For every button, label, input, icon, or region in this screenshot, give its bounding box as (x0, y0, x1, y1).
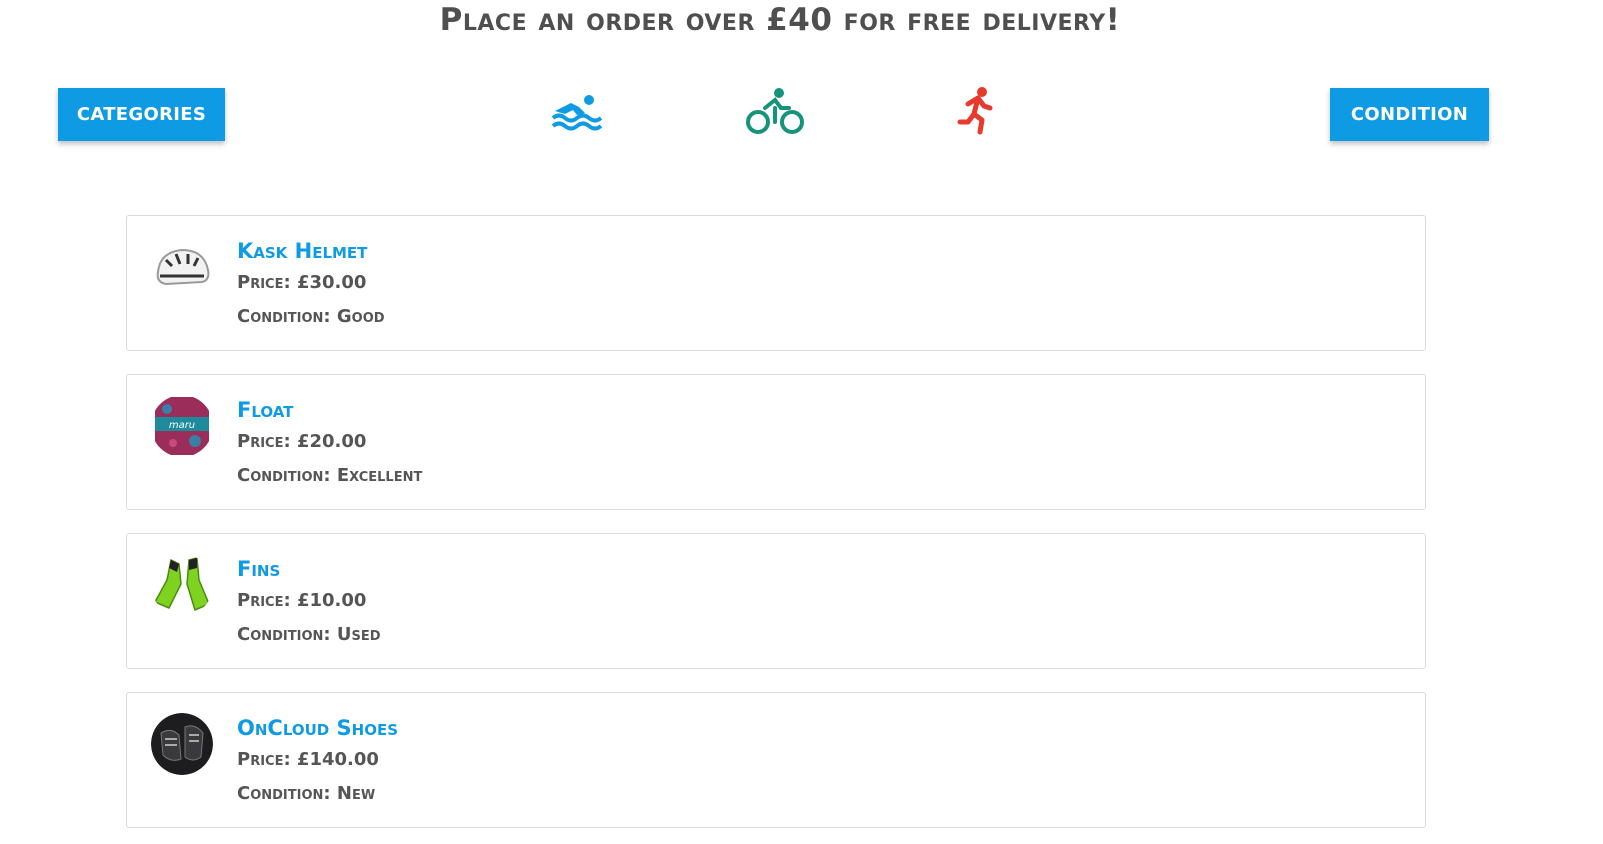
condition-value: Excellent (336, 465, 423, 486)
page: Place an order over £40 for free deliver… (0, 0, 1603, 844)
product-condition: Condition: Good (237, 300, 385, 334)
condition-label: Condition: (237, 306, 337, 327)
float-image: maru (151, 395, 213, 457)
swimming-icon[interactable] (545, 84, 609, 138)
product-price: Price: £140.00 (237, 743, 398, 777)
product-name[interactable]: Fins (237, 554, 381, 584)
product-name[interactable]: OnCloud Shoes (237, 713, 398, 743)
price-label: Price: (237, 590, 297, 611)
product-list: Kask Helmet Price: £30.00 Condition: Goo… (126, 215, 1426, 844)
product-price: Price: £30.00 (237, 266, 385, 300)
product-name[interactable]: Float (237, 395, 422, 425)
condition-value: Good (336, 306, 385, 327)
product-condition: Condition: Used (237, 618, 381, 652)
price-label: Price: (237, 272, 297, 293)
condition-label: Condition: (237, 624, 337, 645)
product-card[interactable]: maru Float Price: £20.00 Condition: Exce… (126, 374, 1426, 510)
product-card[interactable]: Kask Helmet Price: £30.00 Condition: Goo… (126, 215, 1426, 351)
condition-value: Used (336, 624, 381, 645)
product-price: Price: £10.00 (237, 584, 381, 618)
price-label: Price: (237, 431, 297, 452)
running-icon[interactable] (944, 84, 1008, 138)
product-condition: Condition: Excellent (237, 459, 422, 493)
svg-text:maru: maru (169, 420, 195, 431)
price-value: £140.00 (296, 749, 379, 770)
product-card[interactable]: Fins Price: £10.00 Condition: Used (126, 533, 1426, 669)
price-value: £30.00 (296, 272, 367, 293)
price-value: £10.00 (296, 590, 367, 611)
cycling-icon[interactable] (743, 84, 807, 138)
condition-button[interactable]: CONDITION (1330, 88, 1489, 141)
price-value: £20.00 (296, 431, 367, 452)
shoes-image (151, 713, 213, 775)
categories-button[interactable]: CATEGORIES (58, 88, 225, 141)
product-price: Price: £20.00 (237, 425, 422, 459)
condition-value: New (336, 783, 376, 804)
helmet-image (151, 236, 213, 298)
condition-label: Condition: (237, 783, 337, 804)
fins-image (151, 554, 213, 616)
free-delivery-banner: Place an order over £40 for free deliver… (439, 2, 1121, 38)
product-name[interactable]: Kask Helmet (237, 236, 385, 266)
price-label: Price: (237, 749, 297, 770)
condition-label: Condition: (237, 465, 337, 486)
product-card[interactable]: OnCloud Shoes Price: £140.00 Condition: … (126, 692, 1426, 828)
product-condition: Condition: New (237, 777, 398, 811)
